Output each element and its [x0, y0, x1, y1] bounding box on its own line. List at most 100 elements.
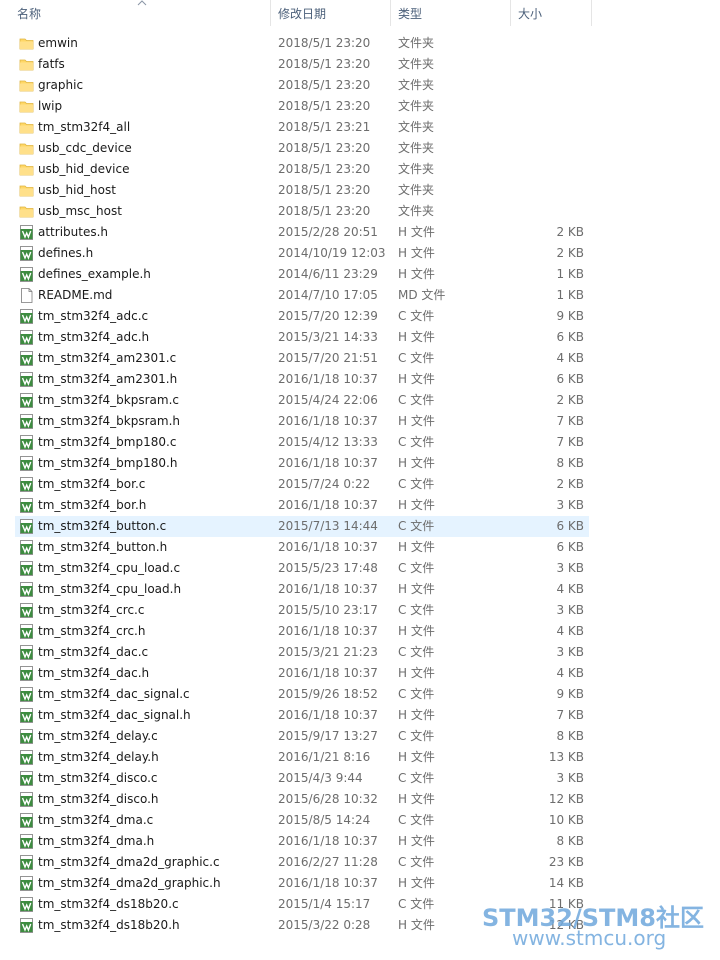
- file-name: tm_stm32f4_all: [38, 120, 131, 134]
- file-size: 3 KB: [556, 498, 584, 512]
- file-row[interactable]: attributes.h 2015/2/28 20:51 H 文件 2 KB: [15, 222, 589, 243]
- file-row[interactable]: tm_stm32f4_bkpsram.c 2015/4/24 22:06 C 文件 2…: [15, 390, 589, 411]
- file-row[interactable]: emwin 2018/5/1 23:20 文件夹: [15, 33, 589, 54]
- file-modified-date: 2016/1/18 10:37: [278, 708, 378, 722]
- file-row[interactable]: tm_stm32f4_dac_signal.c 2015/9/26 18:52 C …: [15, 684, 589, 705]
- file-row[interactable]: tm_stm32f4_adc.h 2015/3/21 14:33 H 文件 6 KB: [15, 327, 589, 348]
- file-modified-date: 2018/5/1 23:20: [278, 162, 371, 176]
- file-row[interactable]: tm_stm32f4_cpu_load.c 2015/5/23 17:48 C 文件…: [15, 558, 589, 579]
- file-type: H 文件: [398, 456, 435, 470]
- file-size: 2 KB: [556, 477, 584, 491]
- file-row[interactable]: tm_stm32f4_button.c 2015/7/13 14:44 C 文件 6 …: [15, 516, 589, 537]
- file-row[interactable]: tm_stm32f4_bmp180.h 2016/1/18 10:37 H 文件 8 …: [15, 453, 589, 474]
- file-row[interactable]: tm_stm32f4_delay.h 2016/1/21 8:16 H 文件 13 K…: [15, 747, 589, 768]
- file-type: 文件夹: [398, 57, 435, 71]
- source-file-icon: [19, 918, 34, 933]
- file-row[interactable]: tm_stm32f4_am2301.h 2016/1/18 10:37 H 文件 6 …: [15, 369, 589, 390]
- file-type: H 文件: [398, 666, 435, 680]
- file-row[interactable]: usb_msc_host 2018/5/1 23:20 文件夹: [15, 201, 589, 222]
- file-row[interactable]: defines.h 2014/10/19 12:03 H 文件 2 KB: [15, 243, 589, 264]
- file-type: C 文件: [398, 897, 435, 911]
- column-header-type[interactable]: 类型: [394, 0, 511, 26]
- file-row[interactable]: tm_stm32f4_bkpsram.h 2016/1/18 10:37 H 文件 7…: [15, 411, 589, 432]
- file-row[interactable]: usb_hid_device 2018/5/1 23:20 文件夹: [15, 159, 589, 180]
- file-modified-date: 2015/6/28 10:32: [278, 792, 378, 806]
- file-row[interactable]: tm_stm32f4_crc.h 2016/1/18 10:37 H 文件 4 KB: [15, 621, 589, 642]
- file-type: C 文件: [398, 435, 435, 449]
- source-file-icon: [19, 498, 34, 513]
- folder-icon: [19, 183, 34, 198]
- file-name: tm_stm32f4_bor.c: [38, 477, 146, 491]
- folder-icon: [19, 141, 34, 156]
- file-modified-date: 2018/5/1 23:20: [278, 183, 371, 197]
- file-name: tm_stm32f4_bmp180.c: [38, 435, 177, 449]
- file-size: 8 KB: [556, 456, 584, 470]
- source-file-icon: [19, 834, 34, 849]
- source-file-icon: [19, 750, 34, 765]
- column-header-modified[interactable]: 修改日期: [274, 0, 391, 26]
- source-file-icon: [19, 708, 34, 723]
- file-name: graphic: [38, 78, 84, 92]
- file-row[interactable]: tm_stm32f4_crc.c 2015/5/10 23:17 C 文件 3 KB: [15, 600, 589, 621]
- file-size: [510, 159, 584, 180]
- file-modified-date: 2016/1/18 10:37: [278, 876, 378, 890]
- file-row[interactable]: usb_cdc_device 2018/5/1 23:20 文件夹: [15, 138, 589, 159]
- file-row[interactable]: tm_stm32f4_bor.h 2016/1/18 10:37 H 文件 3 KB: [15, 495, 589, 516]
- file-type: C 文件: [398, 771, 435, 785]
- file-type: H 文件: [398, 414, 435, 428]
- file-row[interactable]: tm_stm32f4_dma2d_graphic.c 2016/2/27 11:2…: [15, 852, 589, 873]
- file-row[interactable]: tm_stm32f4_bor.c 2015/7/24 0:22 C 文件 2 KB: [15, 474, 589, 495]
- file-row[interactable]: tm_stm32f4_disco.c 2015/4/3 9:44 C 文件 3 KB: [15, 768, 589, 789]
- file-size: 4 KB: [556, 666, 584, 680]
- file-type: H 文件: [398, 540, 435, 554]
- file-type: H 文件: [398, 918, 435, 932]
- file-row[interactable]: tm_stm32f4_dma.c 2015/8/5 14:24 C 文件 10 KB: [15, 810, 589, 831]
- column-header-size[interactable]: 大小: [514, 0, 592, 26]
- file-name: tm_stm32f4_bkpsram.h: [38, 414, 181, 428]
- file-size: 2 KB: [556, 246, 584, 260]
- file-name: defines.h: [38, 246, 94, 260]
- file-row[interactable]: tm_stm32f4_bmp180.c 2015/4/12 13:33 C 文件 7 …: [15, 432, 589, 453]
- file-row[interactable]: usb_hid_host 2018/5/1 23:20 文件夹: [15, 180, 589, 201]
- file-row[interactable]: tm_stm32f4_dma.h 2016/1/18 10:37 H 文件 8 KB: [15, 831, 589, 852]
- file-modified-date: 2018/5/1 23:20: [278, 141, 371, 155]
- file-row[interactable]: tm_stm32f4_dac_signal.h 2016/1/18 10:37 H …: [15, 705, 589, 726]
- file-row[interactable]: graphic 2018/5/1 23:20 文件夹: [15, 75, 589, 96]
- file-type: 文件夹: [398, 36, 435, 50]
- source-file-icon: [19, 330, 34, 345]
- file-row[interactable]: tm_stm32f4_adc.c 2015/7/20 12:39 C 文件 9 KB: [15, 306, 589, 327]
- file-modified-date: 2015/1/4 15:17: [278, 897, 371, 911]
- source-file-icon: [19, 540, 34, 555]
- file-size: 7 KB: [556, 708, 584, 722]
- source-file-icon: [19, 435, 34, 450]
- file-type: H 文件: [398, 498, 435, 512]
- file-type: H 文件: [398, 708, 435, 722]
- source-file-icon: [19, 393, 34, 408]
- file-row[interactable]: tm_stm32f4_am2301.c 2015/7/20 21:51 C 文件 4 …: [15, 348, 589, 369]
- file-row[interactable]: tm_stm32f4_dma2d_graphic.h 2016/1/18 10:3…: [15, 873, 589, 894]
- file-modified-date: 2015/8/5 14:24: [278, 813, 371, 827]
- folder-icon: [19, 162, 34, 177]
- file-modified-date: 2016/1/18 10:37: [278, 456, 378, 470]
- file-type: H 文件: [398, 624, 435, 638]
- file-row[interactable]: tm_stm32f4_button.h 2016/1/18 10:37 H 文件 6 …: [15, 537, 589, 558]
- file-size: 23 KB: [548, 855, 584, 869]
- source-file-icon: [19, 267, 34, 282]
- file-row[interactable]: lwip 2018/5/1 23:20 文件夹: [15, 96, 589, 117]
- file-row[interactable]: README.md 2014/7/10 17:05 MD 文件 1 KB: [15, 285, 589, 306]
- file-name: tm_stm32f4_disco.c: [38, 771, 158, 785]
- text-file-icon: [19, 288, 34, 303]
- file-row[interactable]: tm_stm32f4_delay.c 2015/9/17 13:27 C 文件 8 K…: [15, 726, 589, 747]
- file-row[interactable]: defines_example.h 2014/6/11 23:29 H 文件 1 KB: [15, 264, 589, 285]
- file-name: usb_msc_host: [38, 204, 122, 218]
- file-row[interactable]: tm_stm32f4_cpu_load.h 2016/1/18 10:37 H 文件…: [15, 579, 589, 600]
- file-modified-date: 2016/1/18 10:37: [278, 582, 378, 596]
- file-row[interactable]: fatfs 2018/5/1 23:20 文件夹: [15, 54, 589, 75]
- file-size: 7 KB: [556, 435, 584, 449]
- file-row[interactable]: tm_stm32f4_dac.h 2016/1/18 10:37 H 文件 4 KB: [15, 663, 589, 684]
- file-row[interactable]: tm_stm32f4_all 2018/5/1 23:21 文件夹: [15, 117, 589, 138]
- file-modified-date: 2015/5/10 23:17: [278, 603, 378, 617]
- file-modified-date: 2016/1/18 10:37: [278, 666, 378, 680]
- file-row[interactable]: tm_stm32f4_dac.c 2015/3/21 21:23 C 文件 3 KB: [15, 642, 589, 663]
- file-row[interactable]: tm_stm32f4_disco.h 2015/6/28 10:32 H 文件 12 …: [15, 789, 589, 810]
